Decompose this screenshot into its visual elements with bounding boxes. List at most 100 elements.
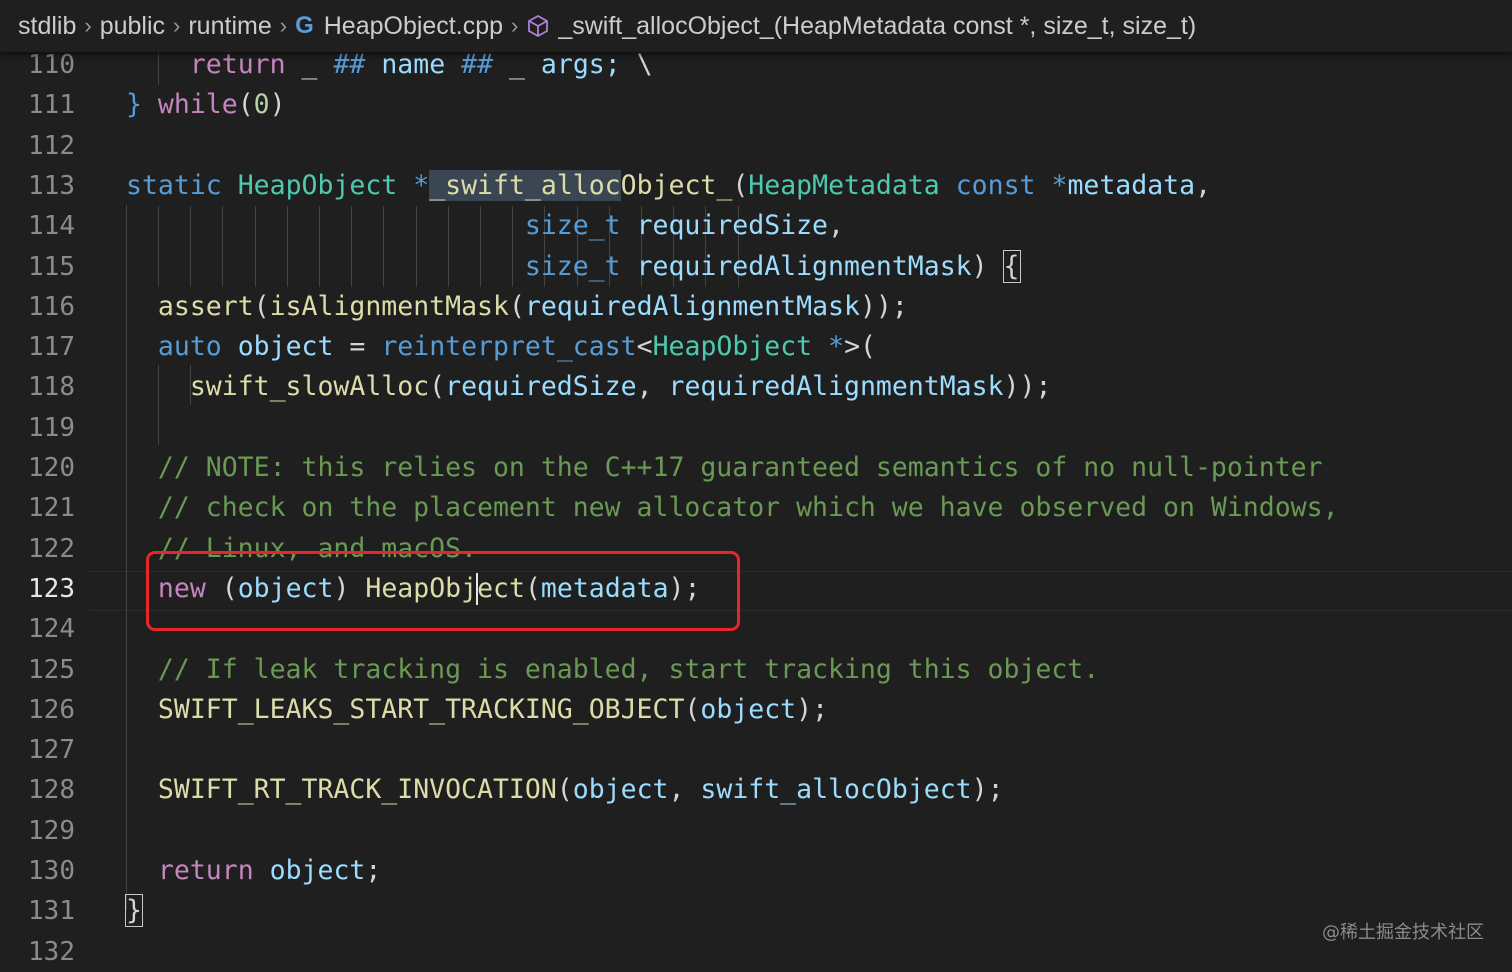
code-line[interactable]: 119 — [0, 408, 1512, 448]
code-token: // check on the placement new allocator … — [126, 492, 1339, 524]
code-token: requiredAlignmentMask — [636, 250, 972, 282]
code-line[interactable]: 120 // NOTE: this relies on the C++17 gu… — [0, 448, 1512, 488]
code-line[interactable]: 118 swift_slowAlloc(requiredSize, requir… — [0, 367, 1512, 407]
code-line[interactable]: 116 assert(isAlignmentMask(requiredAlign… — [0, 287, 1512, 327]
code-text[interactable]: size_t requiredAlignmentMask) { — [126, 247, 1021, 287]
code-line[interactable]: 112 — [0, 126, 1512, 166]
code-line[interactable]: 128 SWIFT_RT_TRACK_INVOCATION(object, sw… — [0, 770, 1512, 810]
breadcrumb: stdlib › public › runtime › G HeapObject… — [0, 0, 1512, 52]
breadcrumb-item-stdlib[interactable]: stdlib — [18, 12, 76, 41]
breadcrumb-item-public[interactable]: public — [100, 12, 165, 41]
line-number: 129 — [28, 815, 75, 846]
code-token: ; — [365, 855, 382, 886]
code-token: assert — [157, 290, 254, 322]
code-text[interactable]: SWIFT_LEAKS_START_TRACKING_OBJECT(object… — [126, 690, 828, 730]
line-number: 116 — [28, 291, 75, 322]
code-token: requiredAlignmentMask — [524, 290, 860, 322]
code-text[interactable]: } while(0) — [126, 85, 286, 125]
code-line[interactable]: 117 auto object = reinterpret_cast<HeapO… — [0, 327, 1512, 367]
line-number: 120 — [28, 453, 75, 483]
line-number: 123 — [28, 573, 75, 604]
code-line[interactable]: 113 static HeapObject *_swift_allocObject… — [0, 166, 1512, 206]
code-text[interactable]: assert(isAlignmentMask(requiredAlignment… — [126, 287, 908, 327]
code-line[interactable]: 125 // If leak tracking is enabled, star… — [0, 650, 1512, 690]
code-token: size_t — [524, 250, 621, 282]
code-token: ( — [429, 371, 446, 403]
code-token: object — [269, 855, 366, 886]
code-text[interactable]: // If leak tracking is enabled, start tr… — [126, 650, 1099, 690]
code-line[interactable]: 121 // check on the placement new alloca… — [0, 488, 1512, 528]
code-line[interactable]: 127 — [0, 730, 1512, 770]
breadcrumb-symbol[interactable]: _swift_allocObject_(HeapMetadata const *… — [558, 12, 1196, 41]
code-editor[interactable]: 110 return _ ## name ## _ args; \ 111} wh… — [0, 45, 1512, 970]
code-token: ( — [237, 89, 254, 121]
code-token: _ — [285, 49, 334, 80]
code-token: ( — [732, 169, 749, 201]
code-line[interactable]: 130 return object; — [0, 851, 1512, 891]
code-token: >( — [844, 331, 876, 363]
code-line[interactable]: 115 size_t requiredAlignmentMask) { — [0, 247, 1512, 287]
code-line[interactable]: 111} while(0) — [0, 85, 1512, 125]
line-number: 119 — [28, 412, 75, 443]
line-number: 114 — [28, 211, 75, 242]
code-token: isAlignmentMask — [269, 290, 509, 322]
breadcrumb-file[interactable]: HeapObject.cpp — [324, 12, 503, 41]
code-token: ); — [971, 774, 1004, 806]
line-number: 117 — [28, 332, 75, 363]
line-number: 124 — [28, 614, 75, 645]
code-token: ( — [508, 290, 525, 322]
code-token: ) — [971, 250, 1004, 282]
code-token: object — [700, 693, 797, 725]
line-number: 113 — [28, 170, 75, 201]
code-text[interactable]: SWIFT_RT_TRACK_INVOCATION(object, swift_… — [126, 770, 1004, 810]
code-text[interactable]: swift_slowAlloc(requiredSize, requiredAl… — [126, 367, 1052, 407]
code-token: metadata — [1067, 169, 1196, 201]
code-token: , — [1195, 169, 1212, 201]
code-token: auto — [157, 331, 222, 363]
code-text[interactable]: return object; — [126, 851, 381, 891]
cpp-file-icon: G — [295, 12, 314, 39]
line-number: 127 — [28, 735, 75, 766]
code-text[interactable]: // check on the placement new allocator … — [126, 488, 1339, 528]
code-text[interactable]: auto object = reinterpret_cast<HeapObjec… — [126, 327, 876, 367]
line-number: 128 — [28, 775, 75, 806]
code-line[interactable]: 129 — [0, 811, 1512, 851]
code-line[interactable]: 114 size_t requiredSize, — [0, 206, 1512, 246]
line-number: 112 — [28, 130, 75, 161]
code-token: < — [636, 331, 653, 363]
breadcrumb-item-runtime[interactable]: runtime — [188, 12, 271, 41]
code-token: } — [125, 894, 143, 928]
code-token: return — [157, 855, 254, 886]
line-number: 118 — [28, 372, 75, 403]
code-token: , — [828, 210, 844, 242]
code-token: static — [126, 169, 222, 201]
code-token: _swift_alloc — [429, 169, 621, 201]
code-token: requiredAlignmentMask — [668, 371, 1004, 403]
code-text[interactable]: static HeapObject *_swift_allocObject_(H… — [126, 166, 1211, 206]
line-number: 125 — [28, 654, 75, 685]
code-text[interactable]: size_t requiredSize, — [126, 206, 844, 246]
code-line[interactable]: 126 SWIFT_LEAKS_START_TRACKING_OBJECT(ob… — [0, 690, 1512, 730]
code-line[interactable]: 131} — [0, 891, 1512, 931]
code-token: \ — [620, 49, 653, 80]
code-line[interactable]: 132 — [0, 932, 1512, 972]
code-token: HeapObject — [237, 169, 398, 201]
line-number: 121 — [28, 493, 75, 524]
line-number: 130 — [28, 856, 75, 886]
code-token: , — [668, 774, 701, 806]
code-text[interactable]: } — [125, 891, 143, 931]
code-token: // NOTE: this relies on the C++17 guaran… — [126, 452, 1323, 483]
code-text[interactable]: // NOTE: this relies on the C++17 guaran… — [126, 448, 1323, 488]
